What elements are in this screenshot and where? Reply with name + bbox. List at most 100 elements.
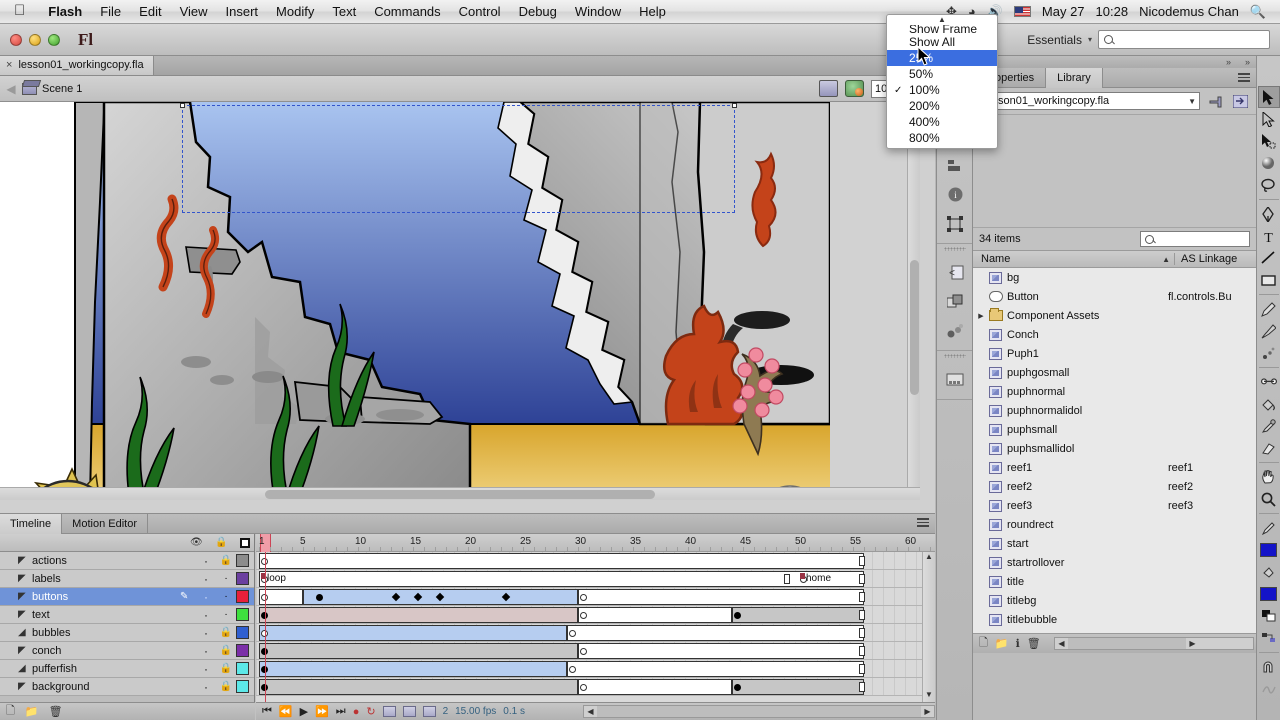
menu-view[interactable]: View <box>171 0 217 24</box>
scene-name-label[interactable]: Scene 1 <box>42 83 82 95</box>
menu-modify[interactable]: Modify <box>267 0 323 24</box>
workspace-selector[interactable]: Essentials <box>1027 33 1082 47</box>
bone-tool[interactable] <box>1258 371 1280 393</box>
layer-outline-color[interactable] <box>236 554 249 567</box>
stroke-color-swatch[interactable] <box>1258 539 1280 561</box>
stroke-color-icon[interactable] <box>1258 517 1280 539</box>
code-snippets-icon[interactable]: < <box>937 258 973 287</box>
menu-control[interactable]: Control <box>450 0 510 24</box>
zoom-menu-item-showframe[interactable]: Show Frame <box>887 25 997 34</box>
go-to-last-icon[interactable]: ⏭ <box>336 705 346 718</box>
library-item-component-assets[interactable]: ▶Component Assets <box>973 306 1256 325</box>
frame-span[interactable] <box>259 661 567 677</box>
frame-span[interactable] <box>259 607 578 623</box>
library-item-titlebubble[interactable]: titlebubble <box>973 610 1256 629</box>
menu-commands[interactable]: Commands <box>365 0 449 24</box>
frame-span[interactable] <box>259 625 567 641</box>
frame-row-conch[interactable] <box>256 642 935 660</box>
edit-symbols-icon[interactable] <box>845 80 864 97</box>
onion-skin-icon[interactable]: ● <box>353 706 360 718</box>
library-item-puphnormalidol[interactable]: puphnormalidol <box>973 401 1256 420</box>
library-item-title[interactable]: title <box>973 572 1256 591</box>
frame-row-background[interactable] <box>256 678 935 696</box>
keyframe-marker[interactable] <box>580 594 587 601</box>
pin-icon[interactable] <box>1205 92 1225 110</box>
frame-span[interactable] <box>567 661 864 677</box>
scroll-up-icon[interactable]: ▲ <box>923 552 935 564</box>
scrollbar-thumb[interactable] <box>265 490 655 499</box>
line-tool[interactable] <box>1258 247 1280 269</box>
loop-playback-icon[interactable]: ↻ <box>366 705 375 718</box>
frame-row-text[interactable] <box>256 606 935 624</box>
layer-row-actions[interactable]: ◤actions·🔒 <box>0 552 254 570</box>
layer-name-label[interactable]: background <box>32 681 180 693</box>
pencil-tool[interactable] <box>1258 298 1280 320</box>
frame-span[interactable] <box>732 679 864 695</box>
gradient-transform-tool[interactable] <box>1258 152 1280 174</box>
frame-row-bubbles[interactable] <box>256 624 935 642</box>
tab-motion-editor[interactable]: Motion Editor <box>62 514 148 534</box>
library-item-puphsmall[interactable]: puphsmall <box>973 420 1256 439</box>
input-flag-icon[interactable] <box>1014 6 1031 17</box>
close-icon[interactable]: × <box>6 59 12 71</box>
hand-tool[interactable] <box>1258 466 1280 488</box>
animation-presets-icon[interactable] <box>937 316 973 345</box>
components-icon[interactable] <box>937 287 973 316</box>
stage-canvas[interactable] <box>0 102 920 500</box>
frame-span[interactable] <box>732 607 864 623</box>
library-item-puphsmallidol[interactable]: puphsmallidol <box>973 439 1256 458</box>
new-folder-icon[interactable]: 📁 <box>25 705 39 718</box>
minimize-window-button[interactable] <box>29 34 41 46</box>
layer-lock-toggle[interactable]: · <box>216 573 236 584</box>
scroll-left-icon[interactable]: ◀ <box>1055 639 1068 648</box>
scroll-right-icon[interactable]: ▶ <box>921 707 934 716</box>
layer-row-pufferfish[interactable]: ◢pufferfish·🔒 <box>0 660 254 678</box>
layer-outline-color[interactable] <box>236 590 249 603</box>
layer-visibility-toggle[interactable]: · <box>196 681 216 693</box>
keyframe-marker[interactable] <box>580 684 587 691</box>
sort-arrow-icon[interactable]: ▲ <box>1162 255 1174 264</box>
scroll-right-icon[interactable]: ▶ <box>1186 639 1199 648</box>
layer-visibility-toggle[interactable]: · <box>196 645 216 657</box>
layer-outline-color[interactable] <box>236 680 249 693</box>
step-back-icon[interactable]: ⏪ <box>279 705 293 718</box>
new-library-panel-icon[interactable] <box>1230 92 1250 110</box>
keyframe-marker[interactable] <box>580 648 587 655</box>
layer-name-label[interactable]: text <box>32 609 180 621</box>
library-item-startrollover[interactable]: startrollover <box>973 553 1256 572</box>
layer-visibility-toggle[interactable]: · <box>196 627 216 639</box>
pen-tool[interactable] <box>1258 203 1280 225</box>
library-item-titlebg[interactable]: titlebg <box>973 591 1256 610</box>
collapse-icon[interactable]: » <box>1226 57 1231 67</box>
fill-color-swatch[interactable] <box>1258 583 1280 605</box>
layer-outline-color[interactable] <box>236 626 249 639</box>
new-layer-icon[interactable]: 🗋 <box>6 702 15 720</box>
frame-grid-area[interactable]: 15101520253035404550556065707580 loophom… <box>256 534 935 720</box>
dock-grip[interactable] <box>944 247 966 251</box>
scrollbar-thumb[interactable] <box>1068 638 1186 649</box>
properties-icon[interactable]: ℹ <box>1016 637 1020 650</box>
menu-file[interactable]: File <box>91 0 130 24</box>
layer-outline-color[interactable] <box>236 662 249 675</box>
zoom-menu-item-50[interactable]: 50% <box>887 66 997 82</box>
layer-visibility-toggle[interactable]: · <box>196 609 216 621</box>
frame-grid[interactable]: loophome <box>256 552 935 702</box>
zoom-dropdown-menu[interactable]: ▲ Show FrameShow All25%50%✓100%200%400%8… <box>886 14 998 149</box>
fill-color-value[interactable] <box>1260 587 1277 601</box>
layer-name-label[interactable]: labels <box>32 573 180 585</box>
library-item-reef2[interactable]: reef2reef2 <box>973 477 1256 496</box>
zoom-menu-item-400[interactable]: 400% <box>887 114 997 130</box>
library-item-puph1[interactable]: Puph1 <box>973 344 1256 363</box>
free-transform-tool[interactable] <box>1258 130 1280 152</box>
frame-span[interactable] <box>259 679 578 695</box>
frame-row-actions[interactable] <box>256 552 935 570</box>
library-item-roundrect[interactable]: roundrect <box>973 515 1256 534</box>
layer-name-label[interactable]: conch <box>32 645 180 657</box>
edit-multiple-frames-icon[interactable] <box>403 706 416 717</box>
keyframe-marker[interactable] <box>734 612 741 619</box>
new-symbol-icon[interactable]: 🗋 <box>979 634 988 653</box>
layer-row-background[interactable]: ◤background·🔒 <box>0 678 254 696</box>
layer-name-label[interactable]: bubbles <box>32 627 180 639</box>
lasso-tool[interactable] <box>1258 174 1280 196</box>
stage-horizontal-scrollbar[interactable] <box>0 487 920 500</box>
